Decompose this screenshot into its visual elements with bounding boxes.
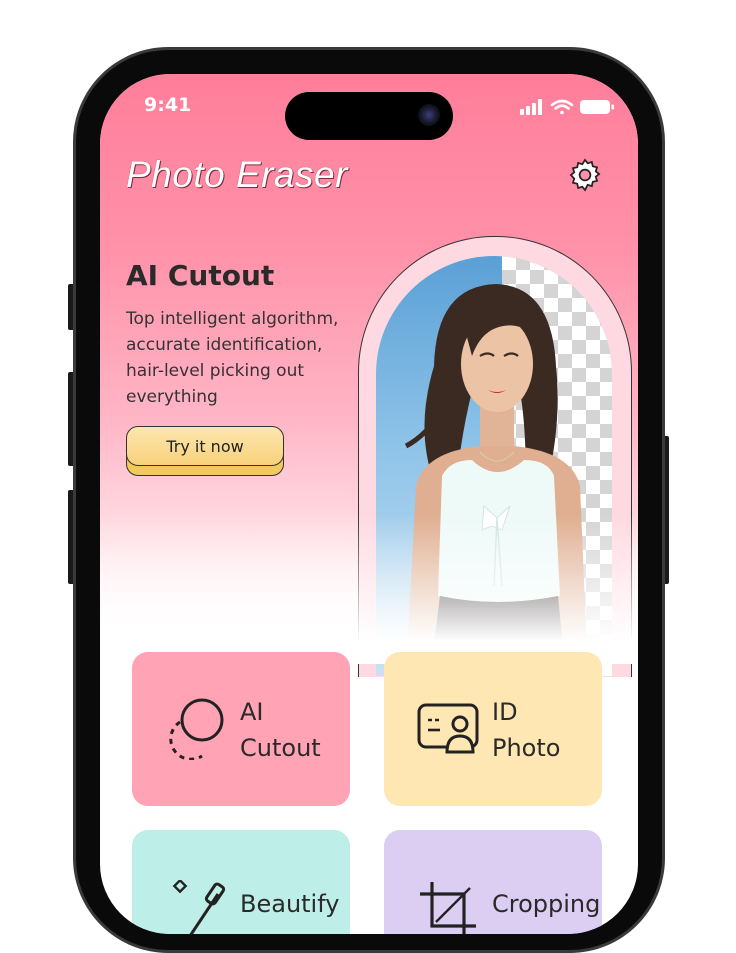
- id-photo-icon: [417, 703, 479, 754]
- hero-description: Top intelligent algorithm, accurate iden…: [126, 309, 339, 407]
- app-screen: 9:41 Photo Eraser AI Cutout Top intellig…: [100, 74, 638, 934]
- card-label-line1: Beautify: [240, 890, 340, 918]
- signal-icon: [520, 99, 542, 115]
- card-label-line1: ID: [492, 698, 518, 726]
- hero-title: AI Cutout: [126, 259, 275, 292]
- feature-card-ai-cutout[interactable]: AI Cutout: [132, 652, 350, 806]
- status-time: 9:41: [144, 94, 192, 116]
- gear-icon[interactable]: [566, 156, 604, 194]
- battery-icon: [580, 100, 614, 114]
- wifi-icon: [550, 99, 574, 115]
- card-label-line2: Photo: [492, 734, 561, 762]
- try-it-now-button[interactable]: Try it now: [126, 426, 284, 466]
- front-camera: [418, 104, 440, 126]
- status-icons: [520, 99, 614, 115]
- feature-card-cropping[interactable]: Cropping: [384, 830, 602, 934]
- card-label-line1: AI: [240, 698, 264, 726]
- cutout-icon: [169, 698, 224, 760]
- beautify-wand-icon: [172, 880, 226, 934]
- app-title: Photo Eraser: [126, 154, 348, 195]
- feature-card-id-photo[interactable]: ID Photo: [384, 652, 602, 806]
- hero-bottom-fade: [100, 514, 638, 664]
- card-label-line1: Cropping: [492, 890, 601, 918]
- feature-card-beautify[interactable]: Beautify: [132, 830, 350, 934]
- card-label-line2: Cutout: [240, 734, 321, 762]
- crop-icon: [420, 882, 476, 934]
